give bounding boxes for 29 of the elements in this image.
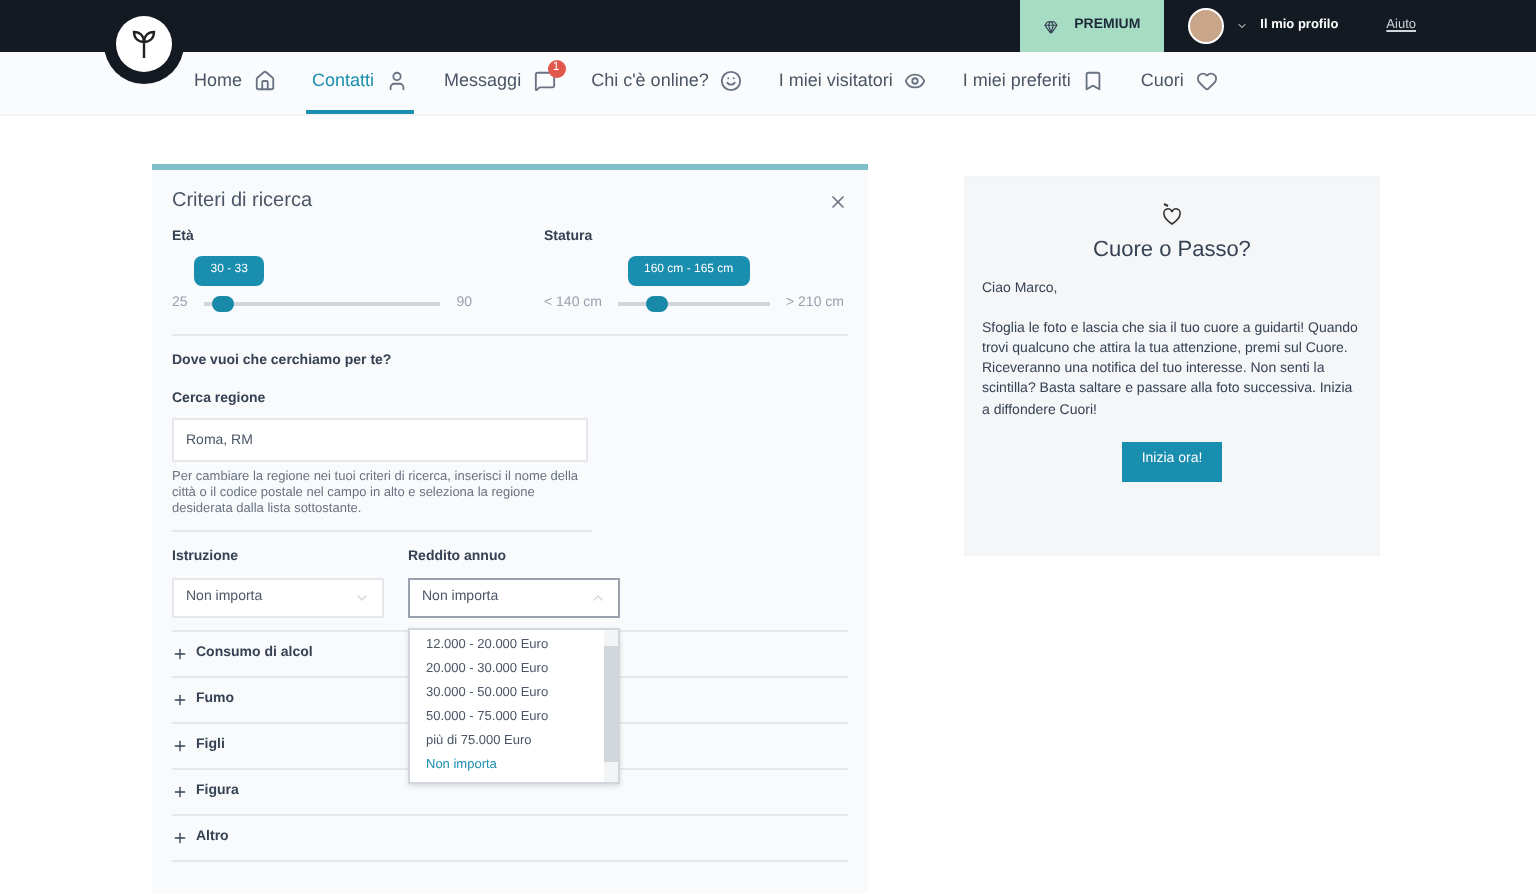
heart-icon bbox=[1195, 70, 1218, 92]
leaf-logo-icon bbox=[128, 28, 160, 60]
nav-tab[interactable]: I miei preferiti bbox=[956, 52, 1111, 114]
slider-thumb[interactable] bbox=[646, 295, 668, 312]
eye-icon bbox=[904, 70, 927, 92]
nav-tab[interactable]: Cuori bbox=[1134, 52, 1224, 114]
nav-tab[interactable]: Contatti bbox=[306, 52, 415, 114]
panel-title: Criteri di ricerca bbox=[172, 188, 313, 216]
close-icon[interactable] bbox=[828, 191, 848, 211]
nav-tab[interactable]: I miei visitatori bbox=[772, 52, 933, 114]
bookmark-icon bbox=[1082, 70, 1105, 92]
caret-icon bbox=[1236, 20, 1249, 32]
nav-tab[interactable]: Home bbox=[188, 52, 283, 114]
plus-icon bbox=[172, 783, 188, 800]
home-icon bbox=[254, 70, 277, 92]
user-icon bbox=[386, 70, 409, 92]
heart-icon bbox=[1160, 202, 1184, 226]
avatar[interactable] bbox=[1188, 8, 1225, 44]
smile-icon bbox=[720, 70, 743, 92]
slider-thumb[interactable] bbox=[212, 295, 235, 312]
gem-icon bbox=[1044, 17, 1059, 35]
plus-icon bbox=[172, 829, 188, 846]
plus-icon bbox=[172, 645, 188, 662]
scrollbar[interactable] bbox=[604, 630, 618, 783]
nav-tab[interactable]: Chi c'è online? bbox=[585, 52, 749, 114]
message-icon bbox=[533, 70, 556, 92]
plus-icon bbox=[172, 737, 188, 754]
card-title: Cuore o Passo? bbox=[1093, 236, 1251, 266]
plus-icon bbox=[172, 691, 188, 708]
